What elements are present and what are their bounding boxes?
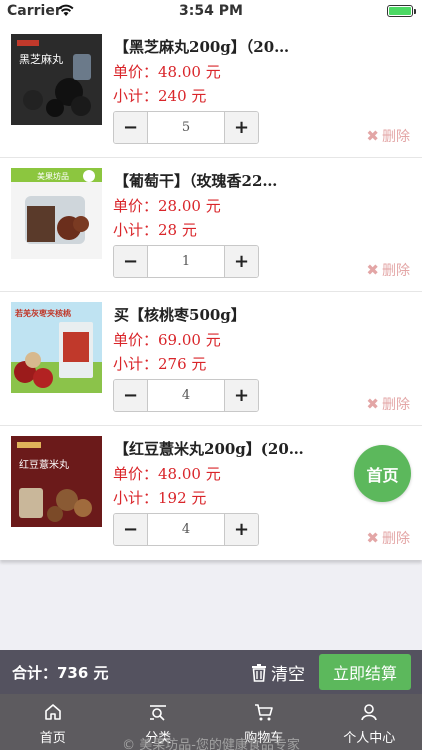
- unit-price-value: 69.00 元: [158, 331, 221, 349]
- quantity-input[interactable]: 4: [148, 380, 224, 411]
- delete-button[interactable]: ✖ 删除: [366, 528, 410, 548]
- subtotal-value: 276 元: [158, 355, 207, 373]
- trash-icon: [252, 663, 266, 682]
- clock: 3:54 PM: [179, 3, 243, 19]
- delete-label: 删除: [382, 263, 410, 279]
- decrement-button[interactable]: −: [114, 246, 148, 277]
- product-title[interactable]: 【黑芝麻丸200g】（20…: [114, 36, 304, 57]
- checkout-button[interactable]: 立即结算: [319, 654, 411, 690]
- close-icon: ✖: [366, 529, 379, 547]
- cart-item: 黑芝麻丸 【黑芝麻丸200g】（20… 单价：48.00 元 小计：240 元 …: [0, 24, 422, 158]
- delete-label: 删除: [382, 531, 410, 547]
- unit-price: 单价：28.00 元: [113, 195, 221, 216]
- category-search-icon: [150, 705, 167, 721]
- unit-price-value: 48.00 元: [158, 465, 221, 483]
- cart-item: 若羌灰枣夹核桃 买【核桃枣500g】 单价：69.00 元 小计：276 元 −…: [0, 292, 422, 426]
- unit-price: 单价：48.00 元: [113, 463, 221, 484]
- quantity-stepper: − 1 +: [113, 245, 259, 278]
- close-icon: ✖: [366, 127, 379, 145]
- quantity-input[interactable]: 5: [148, 112, 224, 143]
- delete-button[interactable]: ✖ 删除: [366, 394, 410, 414]
- cart-item: 美果坊品 【葡萄干】（玫瑰香22… 单价：28.00 元 小计：28 元 − 1…: [0, 158, 422, 292]
- increment-button[interactable]: +: [224, 514, 258, 545]
- home-icon: [44, 704, 61, 720]
- quantity-stepper: − 4 +: [113, 379, 259, 412]
- increment-button[interactable]: +: [224, 380, 258, 411]
- subtotal-label: 小计：: [113, 221, 159, 239]
- product-image-walnut-dates[interactable]: 若羌灰枣夹核桃: [11, 302, 102, 393]
- quantity-input[interactable]: 1: [148, 246, 224, 277]
- subtotal: 小计：28 元: [113, 219, 197, 240]
- product-image-text: 红豆薏米丸: [19, 458, 69, 471]
- unit-price-label: 单价：: [113, 197, 159, 215]
- quantity-input[interactable]: 4: [148, 514, 224, 545]
- floating-home-button[interactable]: 首页: [354, 445, 411, 502]
- subtotal: 小计：276 元: [113, 353, 206, 374]
- unit-price: 单价：69.00 元: [113, 329, 221, 350]
- cart-item: 红豆薏米丸 【红豆薏米丸200g】(20… 单价：48.00 元 小计：192 …: [0, 426, 422, 560]
- subtotal-value: 240 元: [158, 87, 207, 105]
- close-icon: ✖: [366, 395, 379, 413]
- decrement-button[interactable]: −: [114, 514, 148, 545]
- clear-cart-button[interactable]: 清空: [251, 660, 305, 685]
- product-title[interactable]: 【红豆薏米丸200g】(20…: [114, 438, 304, 459]
- product-image-black-sesame[interactable]: 黑芝麻丸: [11, 34, 102, 125]
- unit-price: 单价：48.00 元: [113, 61, 221, 82]
- unit-price-label: 单价：: [113, 331, 159, 349]
- cart-total-bar: 合计：736 元 清空 立即结算: [0, 650, 422, 694]
- subtotal: 小计：192 元: [113, 487, 206, 508]
- product-title[interactable]: 【葡萄干】（玫瑰香22…: [114, 170, 304, 191]
- battery-icon: [387, 5, 416, 17]
- cart-total: 合计：736 元: [12, 664, 109, 682]
- increment-button[interactable]: +: [224, 246, 258, 277]
- unit-price-label: 单价：: [113, 465, 159, 483]
- decrement-button[interactable]: −: [114, 380, 148, 411]
- delete-label: 删除: [382, 129, 410, 145]
- product-image-text: 若羌灰枣夹核桃: [14, 308, 71, 318]
- subtotal-label: 小计：: [113, 355, 159, 373]
- subtotal-value: 192 元: [158, 489, 207, 507]
- unit-price-value: 28.00 元: [158, 197, 221, 215]
- unit-price-value: 48.00 元: [158, 63, 221, 81]
- decrement-button[interactable]: −: [114, 112, 148, 143]
- subtotal: 小计：240 元: [113, 85, 206, 106]
- product-title[interactable]: 买【核桃枣500g】: [114, 304, 304, 325]
- delete-button[interactable]: ✖ 删除: [366, 126, 410, 146]
- subtotal-label: 小计：: [113, 489, 159, 507]
- product-image-text: 黑芝麻丸: [19, 52, 63, 66]
- quantity-stepper: − 4 +: [113, 513, 259, 546]
- delete-button[interactable]: ✖ 删除: [366, 260, 410, 280]
- user-icon: [361, 704, 378, 721]
- product-image-raisins[interactable]: 美果坊品: [11, 168, 102, 259]
- cart-icon: [254, 704, 273, 721]
- watermark-text: © 美果坊品-您的健康食品专家: [122, 738, 300, 750]
- quantity-stepper: − 5 +: [113, 111, 259, 144]
- delete-label: 删除: [382, 397, 410, 413]
- product-image-text: 美果坊品: [37, 171, 69, 181]
- status-bar: Carrier 3:54 PM: [0, 0, 422, 24]
- increment-button[interactable]: +: [224, 112, 258, 143]
- close-icon: ✖: [366, 261, 379, 279]
- clear-label: 清空: [271, 665, 305, 685]
- unit-price-label: 单价：: [113, 63, 159, 81]
- subtotal-label: 小计：: [113, 87, 159, 105]
- product-image-red-bean[interactable]: 红豆薏米丸: [11, 436, 102, 527]
- subtotal-value: 28 元: [158, 221, 197, 239]
